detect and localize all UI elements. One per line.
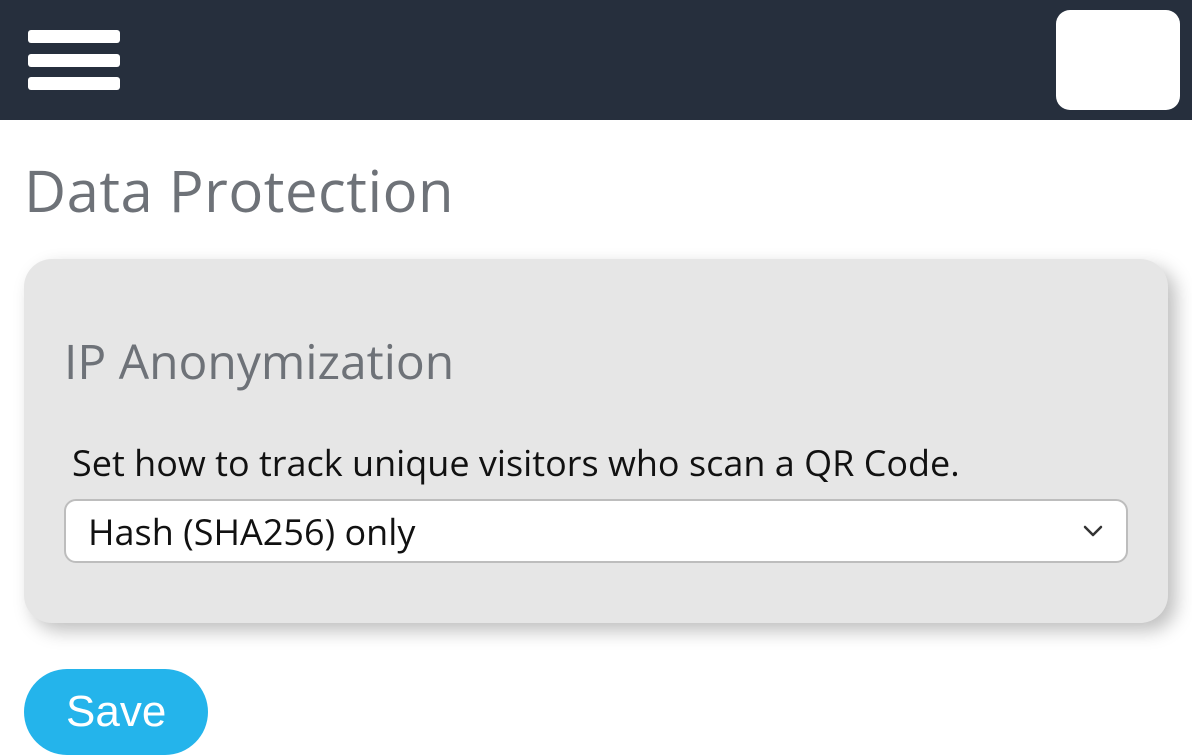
chevron-down-icon: [1082, 520, 1104, 542]
tracking-field-label: Set how to track unique visitors who sca…: [64, 438, 1128, 487]
hamburger-icon[interactable]: [28, 30, 120, 90]
top-right-panel[interactable]: [1056, 10, 1180, 110]
hamburger-bar: [28, 77, 120, 90]
card-title: IP Anonymization: [64, 329, 1128, 394]
hamburger-bar: [28, 54, 120, 67]
ip-anonymization-card: IP Anonymization Set how to track unique…: [24, 259, 1168, 623]
content-area: Data Protection IP Anonymization Set how…: [0, 120, 1192, 755]
hamburger-bar: [28, 30, 120, 43]
save-button[interactable]: Save: [24, 669, 208, 755]
page-title: Data Protection: [24, 150, 1168, 229]
topbar: [0, 0, 1192, 120]
tracking-select[interactable]: Hash (SHA256) only: [64, 499, 1128, 563]
tracking-select-value: Hash (SHA256) only: [88, 507, 415, 556]
